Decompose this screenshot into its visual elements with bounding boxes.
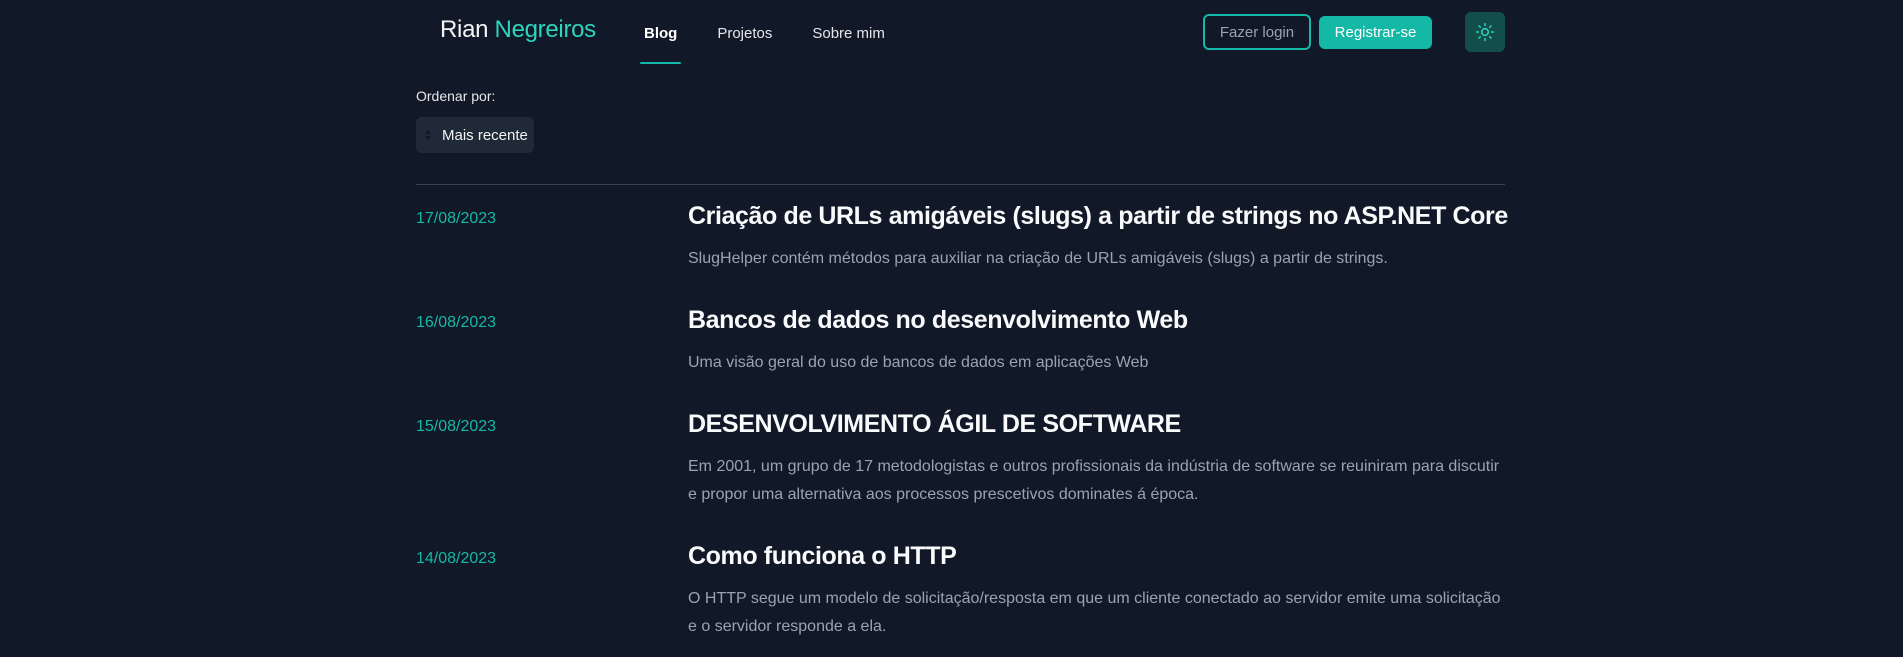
divider [416, 184, 1505, 185]
site-logo[interactable]: Rian Negreiros [440, 16, 596, 44]
post-date: 17/08/2023 [416, 210, 497, 227]
post-description: Uma visão geral do uso de bancos de dado… [688, 354, 1149, 371]
post-title[interactable]: Criação de URLs amigáveis (slugs) a part… [688, 202, 1508, 231]
nav-item-blog[interactable]: Blog [640, 0, 682, 66]
post-description: O HTTP segue um modelo de solicitação/re… [688, 590, 1501, 635]
sort-select[interactable]: Mais recente [416, 117, 534, 153]
nav-item-sobre-mim[interactable]: Sobre mim [808, 0, 889, 66]
theme-toggle-button[interactable] [1465, 12, 1505, 52]
page-container: Rian Negreiros Blog Projetos Sobre mim F… [416, 0, 1508, 635]
post-date: 14/08/2023 [416, 550, 497, 567]
post-title[interactable]: Como funciona o HTTP [688, 542, 957, 571]
post-title[interactable]: Bancos de dados no desenvolvimento Web [688, 306, 1188, 335]
sort-selected-value: Mais recente [442, 126, 528, 144]
post-date: 15/08/2023 [416, 418, 497, 435]
post-description: Em 2001, um grupo de 17 metodologistas e… [688, 458, 1500, 503]
login-button[interactable]: Fazer login [1203, 14, 1311, 50]
sun-icon [1475, 22, 1495, 42]
header: Rian Negreiros Blog Projetos Sobre mim F… [416, 0, 1505, 66]
main-nav: Blog Projetos Sobre mim [640, 0, 921, 66]
sort-arrows-icon [424, 129, 434, 141]
post-description: SlugHelper contém métodos para auxiliar … [688, 250, 1388, 267]
register-button[interactable]: Registrar-se [1319, 16, 1432, 49]
post-date: 16/08/2023 [416, 314, 497, 331]
post-title[interactable]: DESENVOLVIMENTO ÁGIL DE SOFTWARE [688, 410, 1181, 439]
logo-first-word: Rian [440, 16, 489, 43]
logo-second-word: Negreiros [494, 16, 597, 43]
nav-item-projetos[interactable]: Projetos [713, 0, 776, 66]
sort-label: Ordenar por: [416, 88, 496, 104]
